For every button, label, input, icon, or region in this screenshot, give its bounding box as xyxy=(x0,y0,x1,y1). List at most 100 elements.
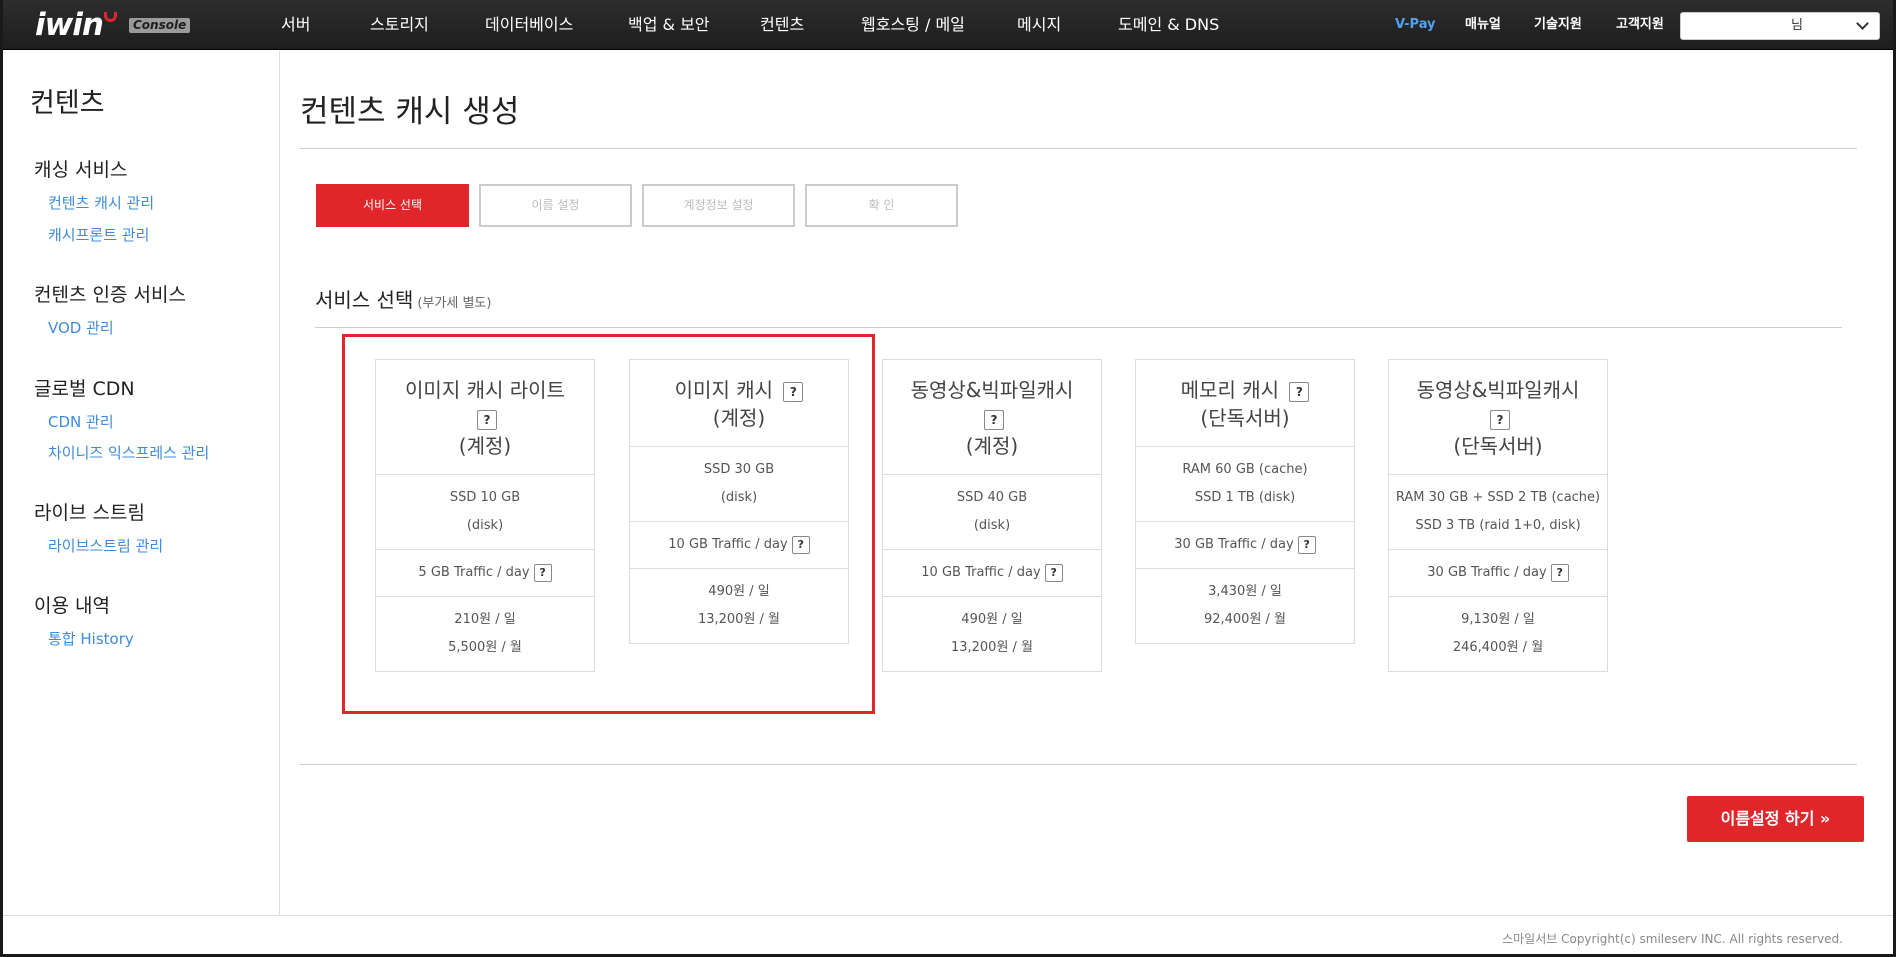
nav-customer-support[interactable]: 고객지원 xyxy=(1616,0,1664,50)
card-header: 이미지 캐시 ? (계정) xyxy=(630,360,848,447)
sidebar-group-auth: 컨텐츠 인증 서비스 xyxy=(34,284,186,306)
card-price: 490원 / 일 13,200원 / 월 xyxy=(630,569,848,643)
help-icon[interactable]: ? xyxy=(791,535,810,554)
sidebar-group-usage: 이용 내역 xyxy=(34,595,110,617)
card-type: (계정) xyxy=(965,434,1019,458)
card-spec-2: (disk) xyxy=(720,490,758,505)
card-traffic-text: 10 GB Traffic / day xyxy=(921,565,1041,580)
help-icon[interactable]: ? xyxy=(477,409,497,430)
service-card-image-cache[interactable]: 이미지 캐시 ? (계정) SSD 30 GB (disk) 10 GB Tra… xyxy=(629,359,849,644)
sidebar: 컨텐츠 캐싱 서비스 컨텐츠 캐시 관리 캐시프론트 관리 컨텐츠 인증 서비스… xyxy=(3,51,280,915)
step-service-select[interactable]: 서비스 선택 xyxy=(316,184,469,227)
card-spec-2: SSD 1 TB (disk) xyxy=(1194,490,1296,505)
step-name-setting: 이름 설정 xyxy=(479,184,632,227)
card-traffic-text: 10 GB Traffic / day xyxy=(668,537,788,552)
card-spec-1: SSD 40 GB xyxy=(956,490,1028,505)
nav-contents[interactable]: 컨텐츠 xyxy=(760,0,804,50)
card-traffic: 10 GB Traffic / day? xyxy=(630,522,848,569)
card-price: 210원 / 일 5,500원 / 월 xyxy=(376,597,594,671)
card-type: (단독서버) xyxy=(1200,406,1290,430)
card-header: 동영상&빅파일캐시 ? (계정) xyxy=(883,360,1101,475)
console-badge: Console xyxy=(128,17,191,33)
card-name: 동영상&빅파일캐시 xyxy=(910,378,1074,402)
service-card-video-bigfile-cache[interactable]: 동영상&빅파일캐시 ? (계정) SSD 40 GB (disk) 10 GB … xyxy=(882,359,1102,672)
card-header: 이미지 캐시 라이트 ? (계정) xyxy=(376,360,594,475)
sidebar-group-cdn: 글로벌 CDN xyxy=(34,378,135,400)
card-type: (계정) xyxy=(712,406,766,430)
card-traffic-text: 5 GB Traffic / day xyxy=(418,565,530,580)
nav-vpay[interactable]: V-Pay xyxy=(1395,0,1436,50)
card-spec-1: RAM 30 GB + SSD 2 TB (cache) xyxy=(1395,490,1601,505)
nav-storage[interactable]: 스토리지 xyxy=(370,0,429,50)
step-account-setting: 계정정보 설정 xyxy=(642,184,795,227)
sidebar-link-vod[interactable]: VOD 관리 xyxy=(48,317,114,338)
sidebar-link-content-cache[interactable]: 컨텐츠 캐시 관리 xyxy=(48,192,154,213)
page-title: 컨텐츠 캐시 생성 xyxy=(300,94,520,130)
card-spec-1: SSD 10 GB xyxy=(449,490,521,505)
card-header: 동영상&빅파일캐시 ? (단독서버) xyxy=(1389,360,1607,475)
help-icon[interactable]: ? xyxy=(1289,381,1310,402)
help-icon[interactable]: ? xyxy=(533,563,552,582)
footer-copyright: 스마일서브 Copyright(c) smileserv INC. All ri… xyxy=(1502,932,1843,946)
user-account-dropdown[interactable]: 님 xyxy=(1680,12,1880,40)
card-name: 동영상&빅파일캐시 xyxy=(1416,378,1580,402)
help-icon[interactable]: ? xyxy=(1044,563,1063,582)
card-price-day: 490원 / 일 xyxy=(961,612,1023,627)
next-step-button[interactable]: 이름설정 하기 » xyxy=(1687,796,1864,842)
nav-server[interactable]: 서버 xyxy=(281,0,310,50)
card-spec: SSD 30 GB (disk) xyxy=(630,447,848,522)
sidebar-title: 컨텐츠 xyxy=(30,88,105,119)
card-price-day: 3,430원 / 일 xyxy=(1208,584,1282,599)
card-traffic: 30 GB Traffic / day? xyxy=(1136,522,1354,569)
help-icon[interactable]: ? xyxy=(783,381,804,402)
top-navigation-bar: iwin Console 서버 스토리지 데이터베이스 백업 & 보안 컨텐츠 … xyxy=(3,0,1893,50)
chevron-down-icon xyxy=(1856,17,1869,30)
help-icon[interactable]: ? xyxy=(984,409,1004,430)
nav-tech-support[interactable]: 기술지원 xyxy=(1534,0,1582,50)
section-title-text: 서비스 선택 xyxy=(315,288,414,312)
card-price-month: 13,200원 / 월 xyxy=(950,640,1034,655)
card-price-day: 210원 / 일 xyxy=(454,612,516,627)
card-spec-2: SSD 3 TB (raid 1+0, disk) xyxy=(1415,518,1581,533)
card-name: 메모리 캐시 xyxy=(1180,378,1279,402)
sidebar-link-cdn[interactable]: CDN 관리 xyxy=(48,411,114,432)
iwinv-logo[interactable]: iwin Console xyxy=(35,7,191,43)
card-price-month: 13,200원 / 월 xyxy=(697,612,781,627)
nav-database[interactable]: 데이터베이스 xyxy=(485,0,573,50)
card-traffic-text: 30 GB Traffic / day xyxy=(1174,537,1294,552)
card-spec: SSD 40 GB (disk) xyxy=(883,475,1101,550)
logo-text: iwin xyxy=(35,7,104,43)
help-icon[interactable]: ? xyxy=(1490,409,1510,430)
sidebar-link-live-stream[interactable]: 라이브스트림 관리 xyxy=(48,535,163,556)
nav-message[interactable]: 메시지 xyxy=(1017,0,1061,50)
section-title: 서비스 선택 (부가세 별도) xyxy=(315,284,491,313)
footer-divider xyxy=(3,915,1893,916)
card-spec-2: (disk) xyxy=(466,518,504,533)
card-traffic: 10 GB Traffic / day? xyxy=(883,550,1101,597)
card-price-day: 9,130원 / 일 xyxy=(1461,612,1535,627)
user-name: 님 xyxy=(1791,18,1803,33)
nav-manual[interactable]: 매뉴얼 xyxy=(1465,0,1501,50)
card-price-day: 490원 / 일 xyxy=(708,584,770,599)
card-spec-2: (disk) xyxy=(973,518,1011,533)
sidebar-link-chinese-express[interactable]: 차이니즈 익스프레스 관리 xyxy=(48,442,209,463)
card-price-month: 92,400원 / 월 xyxy=(1203,612,1287,627)
service-card-image-cache-lite[interactable]: 이미지 캐시 라이트 ? (계정) SSD 10 GB (disk) 5 GB … xyxy=(375,359,595,672)
card-price: 3,430원 / 일 92,400원 / 월 xyxy=(1136,569,1354,643)
sidebar-group-caching: 캐싱 서비스 xyxy=(34,159,128,181)
section-subtitle: (부가세 별도) xyxy=(417,296,492,311)
nav-domain-dns[interactable]: 도메인 & DNS xyxy=(1118,0,1219,50)
nav-webhosting-mail[interactable]: 웹호스팅 / 메일 xyxy=(861,0,965,50)
card-traffic-text: 30 GB Traffic / day xyxy=(1427,565,1547,580)
logo-smile-icon xyxy=(103,12,117,22)
step-confirm: 확 인 xyxy=(805,184,958,227)
service-card-memory-cache[interactable]: 메모리 캐시 ? (단독서버) RAM 60 GB (cache) SSD 1 … xyxy=(1135,359,1355,644)
nav-backup-security[interactable]: 백업 & 보안 xyxy=(628,0,710,50)
help-icon[interactable]: ? xyxy=(1550,563,1569,582)
sidebar-link-history[interactable]: 통합 History xyxy=(48,628,134,649)
service-card-video-bigfile-dedicated[interactable]: 동영상&빅파일캐시 ? (단독서버) RAM 30 GB + SSD 2 TB … xyxy=(1388,359,1608,672)
card-name: 이미지 캐시 xyxy=(674,378,773,402)
card-header: 메모리 캐시 ? (단독서버) xyxy=(1136,360,1354,447)
help-icon[interactable]: ? xyxy=(1297,535,1316,554)
sidebar-link-cachefront[interactable]: 캐시프론트 관리 xyxy=(48,224,149,245)
